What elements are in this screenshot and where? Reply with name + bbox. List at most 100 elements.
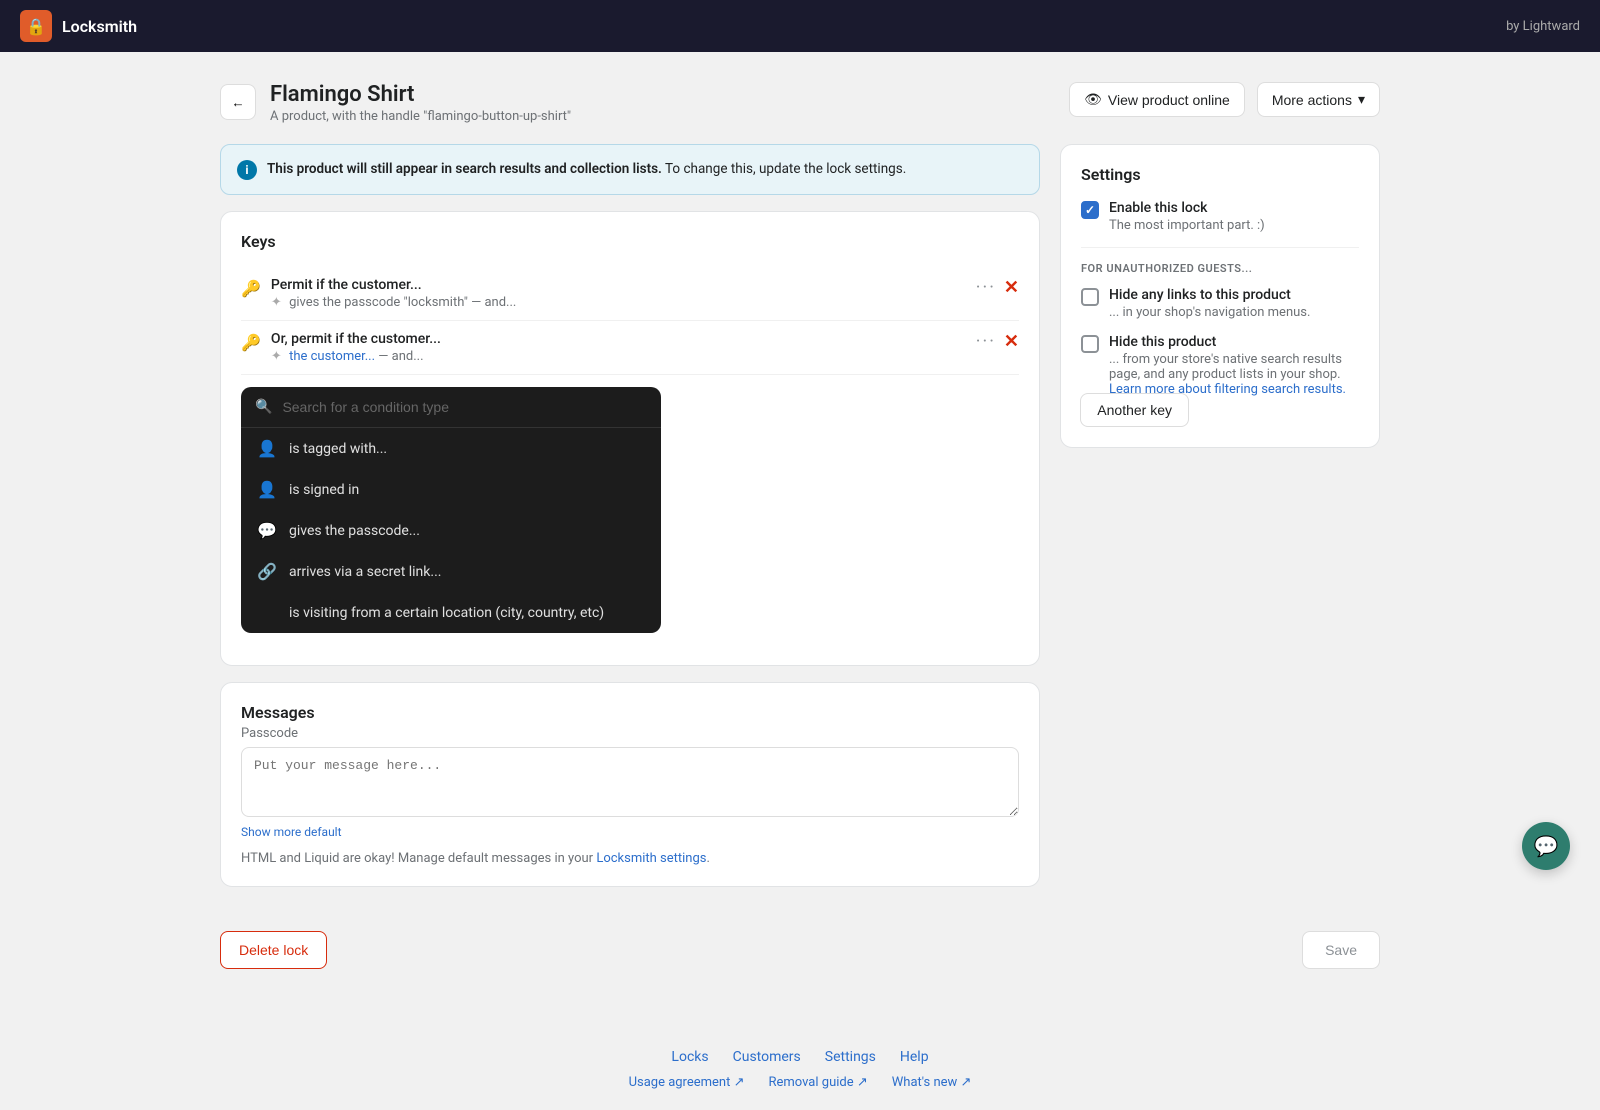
left-column: i This product will still appear in sear… [220,144,1040,903]
footer-link-locks[interactable]: Locks [671,1049,708,1065]
another-key-button[interactable]: Another key [1080,393,1189,427]
key-options-button[interactable]: ··· [976,277,996,298]
enable-lock-checkbox[interactable]: ✓ [1081,201,1099,219]
dropdown-item[interactable]: is visiting from a certain location (cit… [241,592,661,633]
key-sub-text: ✦ gives the passcode "locksmith" — and..… [271,295,516,310]
settings-title: Settings [1081,165,1359,184]
footer-link-customers[interactable]: Customers [733,1049,801,1065]
view-online-button[interactable]: 👁 View product online [1069,82,1245,117]
signedin-icon: 👤 [257,480,277,499]
key-info: Permit if the customer... ✦ gives the pa… [271,277,516,310]
search-input-row: 🔍 [241,387,661,428]
chat-icon: 💬 [1534,834,1559,858]
section-divider [1081,247,1359,248]
action-bar: Delete lock Save [220,911,1380,989]
keys-section-title: Keys [241,232,1019,251]
show-more-default-label[interactable]: Show more default [241,825,1019,839]
footer-link-usage[interactable]: Usage agreement ↗ [629,1075,745,1090]
page-subtitle: A product, with the handle "flamingo-but… [270,109,571,124]
footer: Locks Customers Settings Help Usage agre… [0,1019,1600,1110]
footer-link-removal[interactable]: Removal guide ↗ [768,1075,867,1090]
for-unauthorized-label: FOR UNAUTHORIZED GUESTS... [1081,262,1359,275]
passcode-icon: 💬 [257,521,277,540]
key-sub-text: ✦ the customer... — and... [271,349,441,364]
key-icon: 🔑 [241,333,261,352]
page-header-left: ← Flamingo Shirt A product, with the han… [220,82,571,124]
info-banner-text: This product will still appear in search… [267,159,906,180]
footer-link-help[interactable]: Help [900,1049,929,1065]
page-title-block: Flamingo Shirt A product, with the handl… [270,82,571,124]
hide-links-label: Hide any links to this product [1109,287,1310,303]
key-row: 🔑 Permit if the customer... ✦ gives the … [241,267,1019,321]
condition-search-input[interactable] [282,399,647,415]
app-icon: 🔒 [20,10,52,42]
messages-footer: HTML and Liquid are okay! Manage default… [241,851,1019,866]
passcode-label: Passcode [241,726,1019,741]
dropdown-item[interactable]: 💬 gives the passcode... [241,510,661,551]
key-icon: 🔑 [241,279,261,298]
back-button[interactable]: ← [220,84,256,120]
chat-bubble[interactable]: 💬 [1522,822,1570,870]
enable-lock-label-block: Enable this lock The most important part… [1109,200,1265,233]
info-icon: i [237,160,257,180]
topbar-byline: by Lightward [1506,19,1580,34]
footer-link-settings[interactable]: Settings [825,1049,876,1065]
topbar-left: 🔒 Locksmith [20,10,137,42]
keys-card: Keys 🔑 Permit if the customer... ✦ gives… [220,211,1040,666]
key-left: 🔑 Permit if the customer... ✦ gives the … [241,277,516,310]
passcode-icon: ✦ [271,295,282,310]
two-col-layout: i This product will still appear in sear… [220,144,1380,903]
eye-icon: 👁 [1084,91,1102,108]
locksmith-settings-link[interactable]: Locksmith settings [596,851,706,866]
hide-product-label-block: Hide this product ... from your store's … [1109,334,1359,397]
key-main-text: Permit if the customer... [271,277,516,293]
dropdown-item[interactable]: 👤 is signed in [241,469,661,510]
more-actions-button[interactable]: More actions ▾ [1257,82,1380,117]
hide-product-row: Hide this product ... from your store's … [1081,334,1359,397]
enable-lock-desc: The most important part. :) [1109,218,1265,233]
customer-icon: ✦ [271,349,282,364]
hide-links-desc: ... in your shop's navigation menus. [1109,305,1310,320]
hide-links-row: Hide any links to this product ... in yo… [1081,287,1359,320]
link-icon: 🔗 [257,562,277,581]
enable-lock-label: Enable this lock [1109,200,1265,216]
hide-product-desc: ... from your store's native search resu… [1109,352,1359,397]
hide-links-checkbox[interactable] [1081,288,1099,306]
footer-links2: Usage agreement ↗ Removal guide ↗ What's… [20,1075,1580,1090]
hide-product-label: Hide this product [1109,334,1359,350]
key-options-button[interactable]: ··· [976,331,996,352]
key-actions: ··· ✕ [976,331,1019,352]
location-icon [257,603,277,622]
page-header-right: 👁 View product online More actions ▾ [1069,82,1380,117]
chevron-down-icon: ▾ [1358,91,1365,108]
hide-links-label-block: Hide any links to this product ... in yo… [1109,287,1310,320]
delete-lock-button[interactable]: Delete lock [220,931,327,969]
footer-link-whatsnew[interactable]: What's new ↗ [892,1075,972,1090]
messages-title: Messages [241,703,1019,722]
hide-product-checkbox[interactable] [1081,335,1099,353]
page-title: Flamingo Shirt [270,82,571,107]
save-button[interactable]: Save [1302,931,1380,969]
key-info: Or, permit if the customer... ✦ the cust… [271,331,441,364]
key-delete-button[interactable]: ✕ [1004,277,1019,298]
key-actions: ··· ✕ [976,277,1019,298]
key-delete-button[interactable]: ✕ [1004,331,1019,352]
key-row: 🔑 Or, permit if the customer... ✦ the cu… [241,321,1019,375]
search-icon: 🔍 [255,399,272,415]
messages-card: Messages Passcode Show more default HTML… [220,682,1040,887]
search-dropdown: 🔍 👤 is tagged with... 👤 is signed in [241,387,661,633]
checkmark-icon: ✓ [1085,203,1095,217]
app-title: Locksmith [62,17,137,36]
enable-lock-row: ✓ Enable this lock The most important pa… [1081,200,1359,233]
search-dropdown-wrapper: 🔍 👤 is tagged with... 👤 is signed in [241,387,1019,633]
tagged-icon: 👤 [257,439,277,458]
page-header: ← Flamingo Shirt A product, with the han… [220,82,1380,124]
dropdown-item[interactable]: 👤 is tagged with... [241,428,661,469]
key-sub-link[interactable]: the customer... [289,349,375,364]
passcode-message-input[interactable] [241,747,1019,817]
info-banner: i This product will still appear in sear… [220,144,1040,195]
footer-links: Locks Customers Settings Help [20,1049,1580,1065]
topbar: 🔒 Locksmith by Lightward [0,0,1600,52]
dropdown-item[interactable]: 🔗 arrives via a secret link... [241,551,661,592]
key-main-text: Or, permit if the customer... [271,331,441,347]
